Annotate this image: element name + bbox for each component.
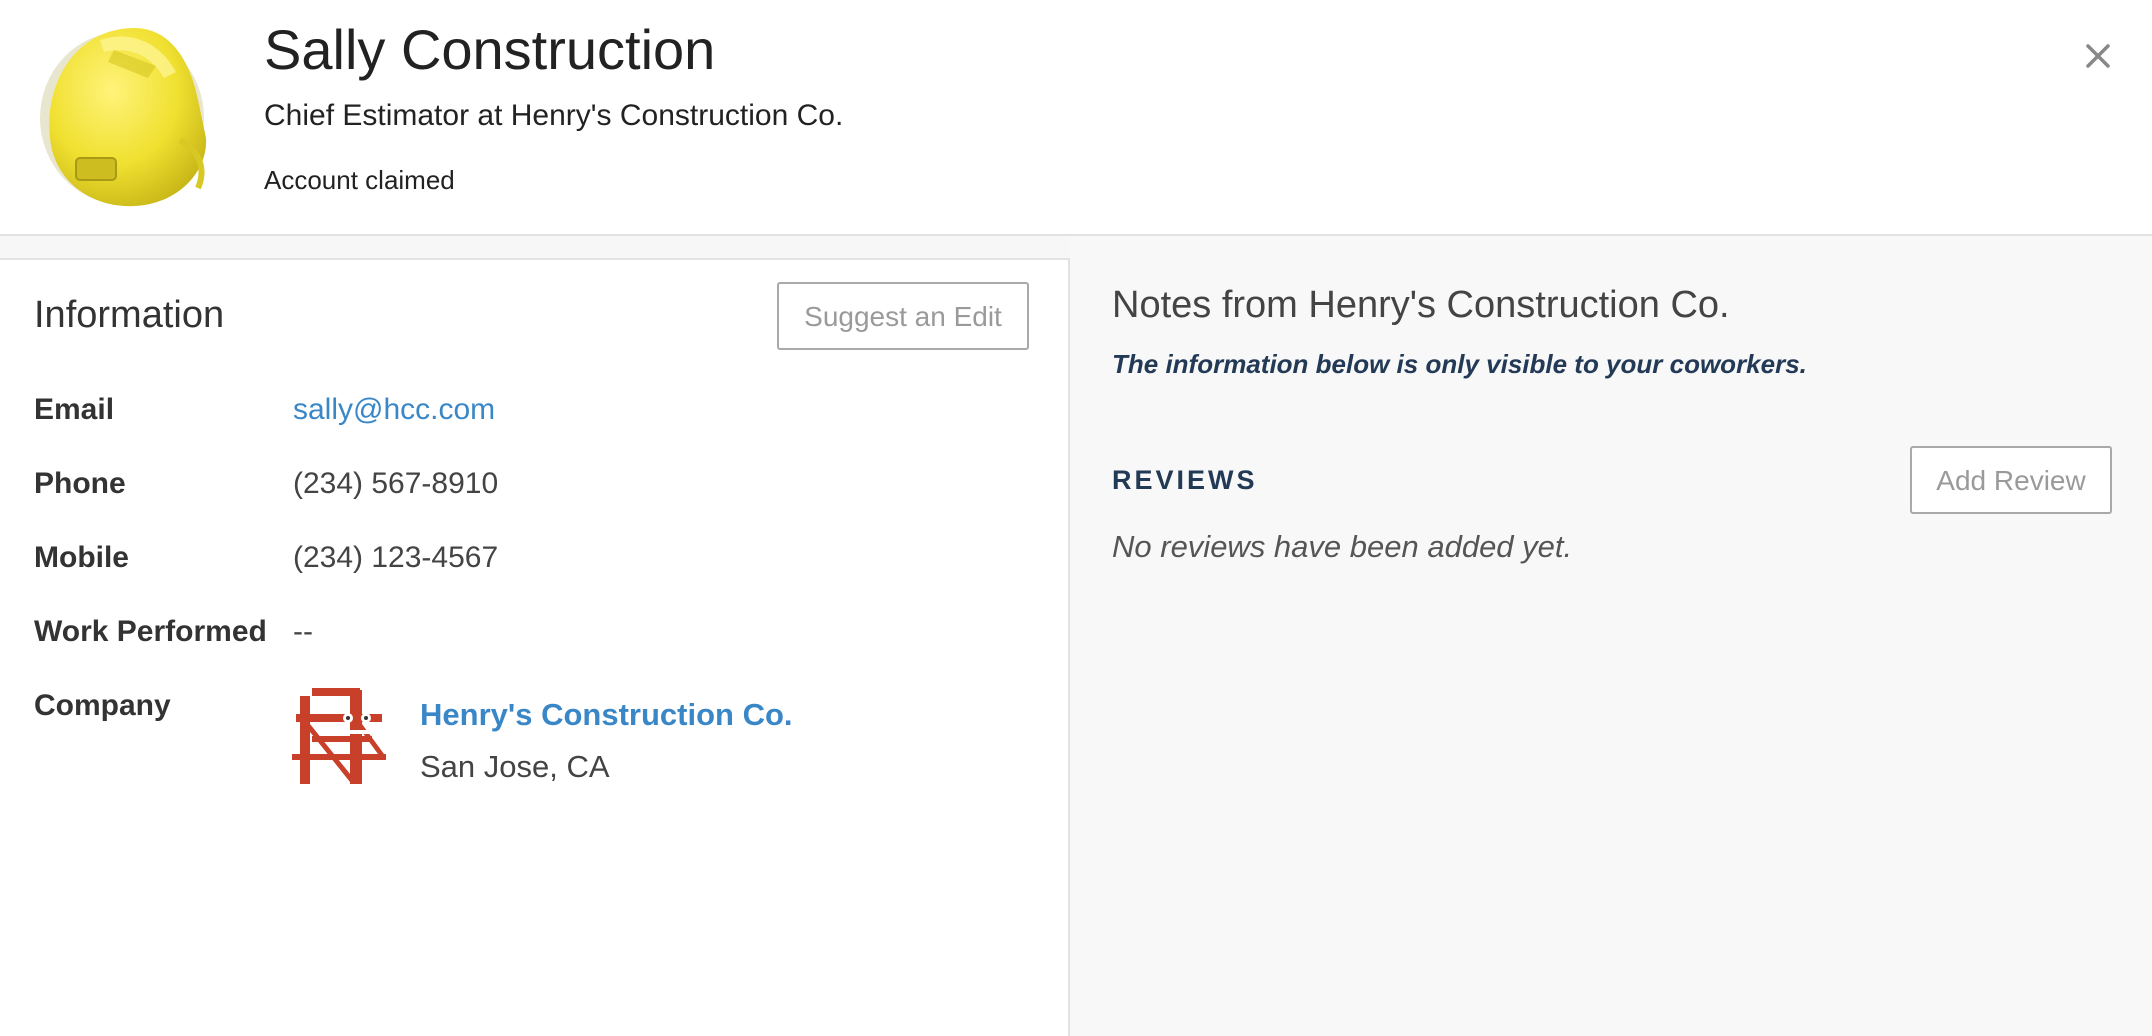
mobile-value: (234) 123-4567 <box>293 541 499 574</box>
email-label: Email <box>34 393 115 426</box>
notes-visibility-note: The information below is only visible to… <box>1112 349 1807 379</box>
profile-title: Chief Estimator at Henry's Construction … <box>264 99 844 132</box>
profile-header: Sally Construction Chief Estimator at He… <box>0 0 2152 236</box>
close-icon[interactable] <box>2078 36 2118 76</box>
phone-value: (234) 567-8910 <box>293 467 499 500</box>
add-review-button[interactable]: Add Review <box>1910 446 2112 514</box>
reviews-heading: REVIEWS <box>1112 465 1258 495</box>
information-heading: Information <box>34 294 225 336</box>
hard-hat-icon <box>40 28 207 207</box>
email-link[interactable]: sally@hcc.com <box>293 390 495 430</box>
account-status: Account claimed <box>264 165 455 195</box>
company-location: San Jose, CA <box>420 749 610 784</box>
suggest-edit-button[interactable]: Suggest an Edit <box>777 282 1029 350</box>
work-performed-label: Work Performed <box>34 615 267 648</box>
company-link[interactable]: Henry's Construction Co. <box>420 694 793 736</box>
profile-name: Sally Construction <box>264 18 716 81</box>
notes-heading: Notes from Henry's Construction Co. <box>1112 284 1730 326</box>
mobile-label: Mobile <box>34 541 129 574</box>
no-reviews-message: No reviews have been added yet. <box>1112 529 1573 564</box>
phone-label: Phone <box>34 467 126 500</box>
work-performed-value: -- <box>293 615 313 648</box>
company-label: Company <box>34 689 171 722</box>
bridge-logo-icon[interactable] <box>292 684 386 786</box>
notes-panel: Notes from Henry's Construction Co. The … <box>1070 236 2152 1036</box>
information-panel: Information Suggest an Edit Email sally@… <box>0 258 1070 1036</box>
